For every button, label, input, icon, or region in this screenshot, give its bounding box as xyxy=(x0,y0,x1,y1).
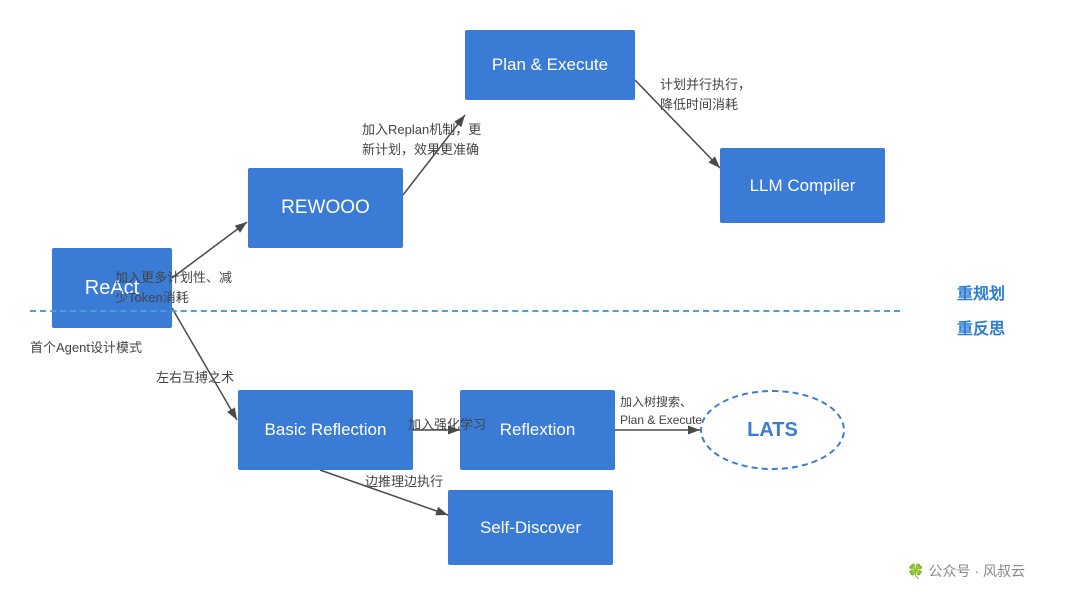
label-parallel: 计划并行执行，降低时间消耗 xyxy=(660,75,751,114)
plan-execute-label: Plan & Execute xyxy=(492,55,608,75)
label-edge-reason: 边推理边执行 xyxy=(365,472,443,492)
lats-label: LATS xyxy=(747,419,798,442)
llm-compiler-label: LLM Compiler xyxy=(750,176,856,196)
node-llm-compiler: LLM Compiler xyxy=(720,148,885,223)
node-plan-execute: Plan & Execute xyxy=(465,30,635,100)
node-lats: LATS xyxy=(700,390,845,470)
node-rewooo: REWOOO xyxy=(248,168,403,248)
reflextion-label: Reflextion xyxy=(500,420,576,440)
label-more-planning: 加入更多计划性、减少Token消耗 xyxy=(115,268,232,307)
divider-line xyxy=(30,310,900,312)
label-replan: 加入Replan机制，更新计划，效果更准确 xyxy=(362,120,481,159)
section-label-rethink: 重反思 xyxy=(957,315,1005,339)
self-discover-label: Self-Discover xyxy=(480,518,581,538)
basic-reflection-label: Basic Reflection xyxy=(265,420,387,440)
label-leftright: 左右互搏之术 xyxy=(156,368,234,388)
rewooo-label: REWOOO xyxy=(281,197,370,219)
node-self-discover: Self-Discover xyxy=(448,490,613,565)
label-reinforce: 加入强化学习 xyxy=(408,415,486,435)
node-basic-reflection: Basic Reflection xyxy=(238,390,413,470)
label-tree-search: 加入树搜索、Plan & Execute xyxy=(620,393,702,429)
diagram-container: ReAct REWOOO Plan & Execute LLM Compiler… xyxy=(0,0,1080,611)
section-label-replan: 重规划 xyxy=(957,280,1005,304)
label-first-agent: 首个Agent设计模式 xyxy=(30,338,142,358)
watermark: 🍀 公众号 · 风叔云 xyxy=(907,561,1025,581)
